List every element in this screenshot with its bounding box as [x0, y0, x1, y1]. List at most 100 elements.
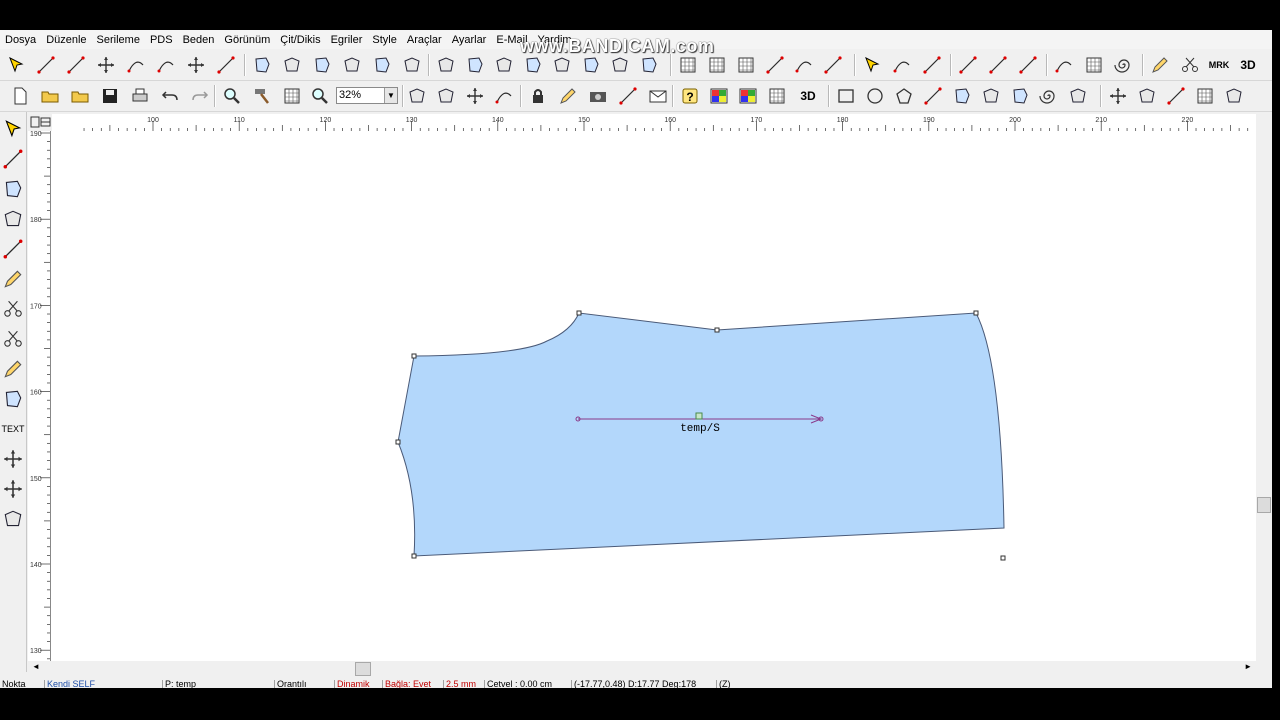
piece-point[interactable] — [1000, 555, 1006, 561]
move-point-button[interactable] — [94, 53, 118, 77]
left-tool-2-button[interactable] — [1, 176, 25, 202]
edit-2-button[interactable] — [1164, 84, 1188, 108]
menu-item[interactable]: Araçlar — [402, 34, 447, 46]
scroll-thumb[interactable] — [355, 662, 371, 676]
left-tool-4-button[interactable] — [1, 236, 25, 262]
view-tool-0-button[interactable] — [405, 84, 429, 108]
seam-tool-3-button[interactable] — [763, 53, 787, 77]
left-tool-9-button[interactable] — [1, 386, 25, 412]
shape-8-button[interactable] — [1066, 84, 1090, 108]
left-tool-0-button[interactable] — [1, 116, 25, 142]
save-button[interactable] — [98, 84, 122, 108]
scroll-right-icon[interactable]: ► — [1244, 662, 1252, 671]
horizontal-scrollbar[interactable]: ◄ ► — [28, 661, 1256, 676]
shape-4-button[interactable] — [950, 84, 974, 108]
left-tool-5-button[interactable] — [1, 266, 25, 292]
shape-3-button[interactable] — [921, 84, 945, 108]
piece-point[interactable] — [411, 553, 417, 559]
layer-button[interactable] — [736, 84, 760, 108]
pencil-button[interactable] — [1148, 53, 1172, 77]
piece-point[interactable] — [714, 327, 720, 333]
point-tool-2-button[interactable] — [920, 53, 944, 77]
line-2-button[interactable] — [64, 53, 88, 77]
piece-tool-4-button[interactable] — [370, 53, 394, 77]
zoom-button[interactable] — [308, 84, 332, 108]
menu-item[interactable]: Çit/Dikis — [275, 34, 325, 46]
scroll-thumb[interactable] — [1257, 497, 1271, 513]
open-file-button[interactable] — [38, 84, 62, 108]
shape-5-button[interactable] — [979, 84, 1003, 108]
piece-point[interactable] — [973, 310, 979, 316]
mrk-button[interactable]: MRK — [1207, 53, 1231, 77]
view-tool-3-button[interactable] — [492, 84, 516, 108]
edit-3-button[interactable] — [1193, 84, 1217, 108]
palette-button[interactable] — [707, 84, 731, 108]
lens-button[interactable] — [220, 84, 244, 108]
piece-tool-5-button[interactable] — [400, 53, 424, 77]
open-folder-button[interactable] — [68, 84, 92, 108]
scroll-left-icon[interactable]: ◄ — [32, 662, 40, 671]
left-tool-7-button[interactable] — [1, 326, 25, 352]
shape-tool-1-button[interactable] — [463, 53, 487, 77]
undo-button[interactable] — [158, 84, 182, 108]
notch-tool-1-button[interactable] — [986, 53, 1010, 77]
left-tool-12-button[interactable] — [1, 476, 25, 502]
left-tool-6-button[interactable] — [1, 296, 25, 322]
menu-item[interactable]: Ayarlar — [447, 34, 492, 46]
notch-tool-2-button[interactable] — [1016, 53, 1040, 77]
shape-0-button[interactable] — [834, 84, 858, 108]
scissor-button[interactable] — [1178, 53, 1202, 77]
menu-item[interactable]: PDS — [145, 34, 178, 46]
edit-1-button[interactable] — [1135, 84, 1159, 108]
notch-tool-0-button[interactable] — [956, 53, 980, 77]
piece-tool-2-button[interactable] — [310, 53, 334, 77]
move-2-button[interactable] — [184, 53, 208, 77]
menu-item[interactable]: Beden — [178, 34, 220, 46]
menu-item[interactable]: Style — [367, 34, 401, 46]
view-tool-2-button[interactable] — [463, 84, 487, 108]
plotter-button[interactable] — [765, 84, 789, 108]
edit-0-button[interactable] — [1106, 84, 1130, 108]
shape-tool-2-button[interactable] — [492, 53, 516, 77]
hammer-button[interactable] — [250, 84, 274, 108]
mail-button[interactable] — [646, 84, 670, 108]
grid-button[interactable] — [280, 84, 304, 108]
shape-6-button[interactable] — [1008, 84, 1032, 108]
piece-tool-3-button[interactable] — [340, 53, 364, 77]
piece-point[interactable] — [395, 439, 401, 445]
line-3-button[interactable] — [214, 53, 238, 77]
left-tool-13-button[interactable] — [1, 506, 25, 532]
redo-button[interactable] — [188, 84, 212, 108]
point-tool-0-button[interactable] — [860, 53, 884, 77]
measure-button[interactable] — [556, 84, 580, 108]
extra-tool-0-button[interactable] — [1052, 53, 1076, 77]
left-tool-3-button[interactable] — [1, 206, 25, 232]
shape-tool-0-button[interactable] — [434, 53, 458, 77]
menu-item[interactable]: Görünüm — [219, 34, 275, 46]
seam-tool-5-button[interactable] — [821, 53, 845, 77]
piece-tool-0-button[interactable] — [250, 53, 274, 77]
shape-7-button[interactable] — [1037, 84, 1061, 108]
left-tool-11-button[interactable] — [1, 446, 25, 472]
3d-top-button[interactable]: 3D — [1236, 53, 1260, 77]
menu-item[interactable]: Düzenle — [41, 34, 91, 46]
3d-bottom-button[interactable]: 3D — [796, 84, 820, 108]
shape-1-button[interactable] — [863, 84, 887, 108]
point-tool-1-button[interactable] — [890, 53, 914, 77]
lock-button[interactable] — [526, 84, 550, 108]
menu-item[interactable]: Dosya — [0, 34, 41, 46]
vertical-scrollbar[interactable] — [1256, 130, 1272, 688]
chevron-down-icon[interactable]: ▼ — [384, 88, 397, 103]
shape-2-button[interactable] — [892, 84, 916, 108]
curve-tool-button[interactable] — [124, 53, 148, 77]
new-file-button[interactable] — [8, 84, 32, 108]
ruler-corner[interactable] — [28, 114, 52, 131]
select-point-button[interactable] — [4, 53, 28, 77]
drawing-canvas[interactable]: temp/S — [51, 131, 1256, 661]
left-tool-10-button[interactable]: TEXT — [1, 416, 25, 442]
line-tool-button[interactable] — [34, 53, 58, 77]
extra-tool-1-button[interactable] — [1082, 53, 1106, 77]
zoom-select[interactable]: 32% ▼ — [336, 87, 398, 104]
edit-4-button[interactable] — [1222, 84, 1246, 108]
seam-tool-4-button[interactable] — [792, 53, 816, 77]
